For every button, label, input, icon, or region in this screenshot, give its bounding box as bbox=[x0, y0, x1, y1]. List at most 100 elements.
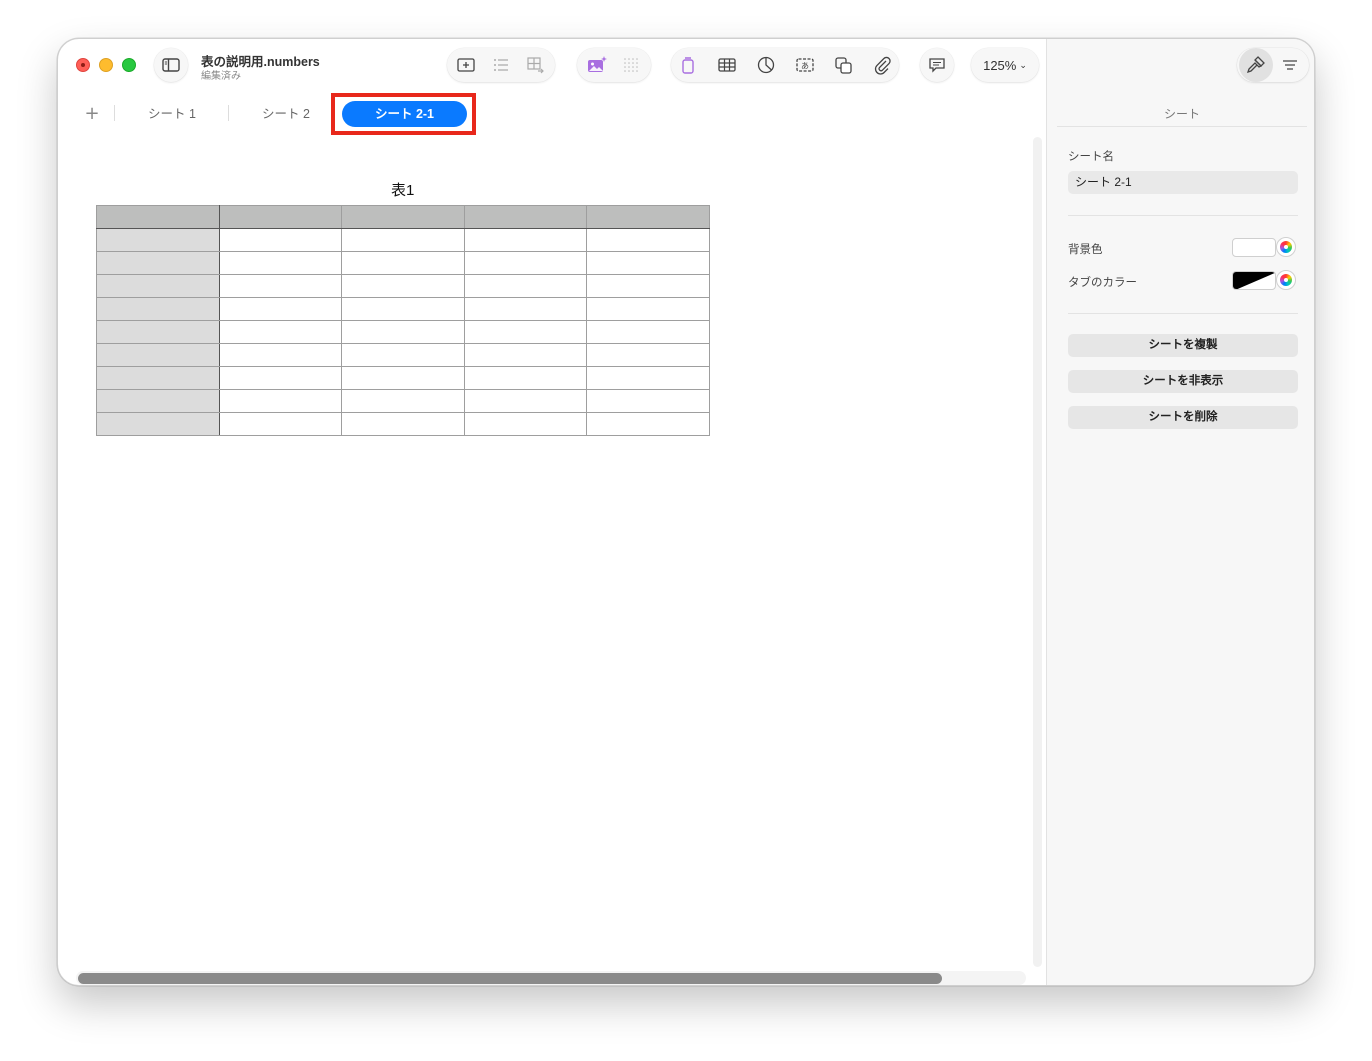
row-header-cell[interactable] bbox=[95, 366, 221, 390]
table-cell[interactable] bbox=[585, 297, 711, 321]
table-cell[interactable] bbox=[463, 274, 587, 298]
table-cell[interactable] bbox=[341, 320, 465, 344]
tab-sheet-1[interactable]: シート 1 bbox=[130, 101, 214, 127]
table-cell[interactable] bbox=[219, 412, 343, 436]
row-header-cell[interactable] bbox=[95, 205, 221, 229]
chart-icon bbox=[757, 56, 775, 74]
table-cell[interactable] bbox=[585, 228, 711, 252]
background-color-well[interactable] bbox=[1232, 238, 1276, 257]
add-sheet-button[interactable]: + bbox=[82, 103, 102, 125]
clipboard-icon bbox=[682, 57, 694, 74]
insert-text-box-button[interactable] bbox=[449, 48, 483, 82]
text-button[interactable]: あ bbox=[788, 48, 822, 82]
divider bbox=[1068, 215, 1298, 216]
table-row bbox=[95, 320, 711, 344]
table-cell[interactable] bbox=[341, 412, 465, 436]
table-cell[interactable] bbox=[341, 343, 465, 367]
table-cell[interactable] bbox=[585, 320, 711, 344]
organize-button[interactable] bbox=[1273, 48, 1307, 82]
table-cell[interactable] bbox=[219, 297, 343, 321]
comment-icon bbox=[920, 48, 954, 82]
table-cell[interactable] bbox=[585, 343, 711, 367]
organize-icon bbox=[1283, 60, 1297, 70]
row-header-cell[interactable] bbox=[95, 389, 221, 413]
table-cell[interactable] bbox=[219, 343, 343, 367]
row-header-cell[interactable] bbox=[95, 297, 221, 321]
table-cell[interactable] bbox=[341, 228, 465, 252]
table-cell[interactable] bbox=[219, 251, 343, 275]
format-button[interactable] bbox=[1239, 48, 1273, 82]
table-cell[interactable] bbox=[219, 366, 343, 390]
table-cell[interactable] bbox=[463, 297, 587, 321]
color-wheel-icon[interactable] bbox=[1276, 237, 1296, 257]
table-add-button[interactable] bbox=[519, 48, 553, 82]
shape-button[interactable] bbox=[827, 48, 861, 82]
spreadsheet-table[interactable] bbox=[95, 205, 711, 436]
zoom-popup[interactable]: 125% ⌄ bbox=[971, 48, 1039, 82]
table-cell[interactable] bbox=[341, 389, 465, 413]
sheet-name-field[interactable]: シート 2-1 bbox=[1068, 171, 1298, 194]
table-cell[interactable] bbox=[341, 251, 465, 275]
column-header-cell[interactable] bbox=[341, 205, 465, 229]
comment-button[interactable] bbox=[920, 48, 954, 82]
row-header-cell[interactable] bbox=[95, 228, 221, 252]
tab-color-well[interactable] bbox=[1232, 271, 1276, 290]
toolbar-group-objects: あ bbox=[671, 48, 899, 82]
table-cell[interactable] bbox=[585, 251, 711, 275]
table-cell[interactable] bbox=[463, 366, 587, 390]
chart-button[interactable] bbox=[749, 48, 783, 82]
vertical-scrollbar[interactable] bbox=[1033, 137, 1042, 967]
grid-button[interactable] bbox=[614, 48, 648, 82]
table-cell[interactable] bbox=[341, 366, 465, 390]
svg-text:あ: あ bbox=[801, 62, 809, 71]
table-cell[interactable] bbox=[219, 228, 343, 252]
table-button[interactable] bbox=[710, 48, 744, 82]
table-cell[interactable] bbox=[585, 412, 711, 436]
hide-sheet-button[interactable]: シートを非表示 bbox=[1068, 370, 1298, 393]
table-cell[interactable] bbox=[585, 366, 711, 390]
list-button[interactable] bbox=[484, 48, 518, 82]
table-cell[interactable] bbox=[585, 389, 711, 413]
column-header-cell[interactable] bbox=[585, 205, 711, 229]
close-window-button[interactable] bbox=[76, 58, 90, 72]
duplicate-sheet-button[interactable]: シートを複製 bbox=[1068, 334, 1298, 357]
table-cell[interactable] bbox=[585, 274, 711, 298]
tab-divider bbox=[228, 105, 229, 121]
horizontal-scrollbar-thumb[interactable] bbox=[78, 973, 942, 984]
minimize-window-button[interactable] bbox=[99, 58, 113, 72]
attachment-button[interactable] bbox=[865, 48, 899, 82]
image-playground-button[interactable] bbox=[580, 48, 614, 82]
tab-sheet-2[interactable]: シート 2 bbox=[244, 101, 328, 127]
row-header-cell[interactable] bbox=[95, 274, 221, 298]
zoom-window-button[interactable] bbox=[122, 58, 136, 72]
table-cell[interactable] bbox=[463, 320, 587, 344]
table-cell[interactable] bbox=[341, 274, 465, 298]
clipboard-button[interactable] bbox=[671, 48, 705, 82]
row-header-cell[interactable] bbox=[95, 251, 221, 275]
table-title[interactable]: 表1 bbox=[391, 179, 414, 200]
table-row bbox=[95, 343, 711, 367]
table-cell[interactable] bbox=[463, 228, 587, 252]
tab-divider bbox=[114, 105, 115, 121]
list-icon bbox=[494, 59, 508, 71]
row-header-cell[interactable] bbox=[95, 320, 221, 344]
table-cell[interactable] bbox=[341, 297, 465, 321]
table-cell[interactable] bbox=[463, 251, 587, 275]
column-header-cell[interactable] bbox=[219, 205, 343, 229]
inspector-panel: シート シート名 シート 2-1 背景色 タブのカラー シートを複製 シートを非… bbox=[1046, 39, 1314, 985]
table-cell[interactable] bbox=[219, 389, 343, 413]
divider bbox=[1057, 126, 1307, 127]
color-wheel-icon[interactable] bbox=[1276, 270, 1296, 290]
background-color-label: 背景色 bbox=[1068, 244, 1103, 256]
row-header-cell[interactable] bbox=[95, 343, 221, 367]
column-header-cell[interactable] bbox=[463, 205, 587, 229]
table-cell[interactable] bbox=[463, 389, 587, 413]
table-cell[interactable] bbox=[219, 320, 343, 344]
delete-sheet-button[interactable]: シートを削除 bbox=[1068, 406, 1298, 429]
table-cell[interactable] bbox=[463, 343, 587, 367]
inspector-toggle-group bbox=[1237, 48, 1309, 82]
table-cell[interactable] bbox=[463, 412, 587, 436]
row-header-cell[interactable] bbox=[95, 412, 221, 436]
sidebar-toggle-button[interactable] bbox=[154, 48, 188, 82]
table-cell[interactable] bbox=[219, 274, 343, 298]
